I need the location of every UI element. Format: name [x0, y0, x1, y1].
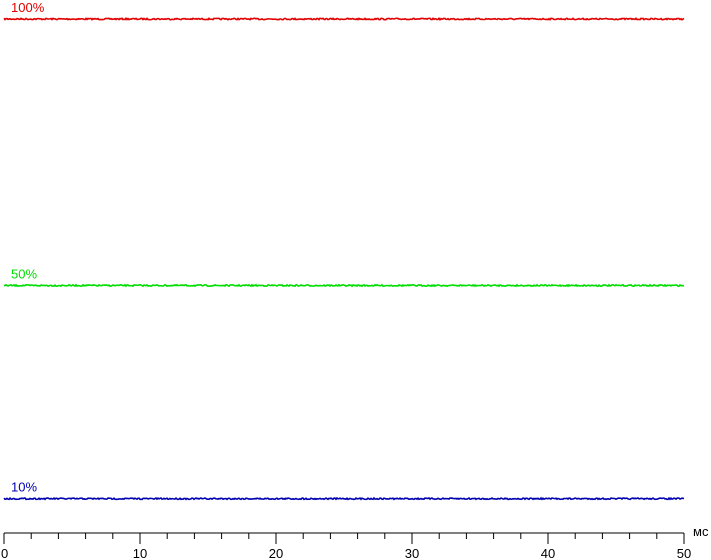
series-line-1 [3, 283, 685, 288]
series-line-2 [3, 496, 685, 501]
x-axis-ticks: 0 10 20 30 40 50 [1, 533, 691, 560]
x-tick-label: 20 [269, 546, 283, 560]
series-group: 100% 50% 10% [3, 0, 685, 501]
series-line-0 [3, 17, 685, 21]
brightness-timing-chart: 100% 50% 10% 0 10 20 30 40 50 мс [1, 0, 709, 560]
series-label-1: 50% [11, 267, 37, 282]
x-tick-label: 30 [405, 546, 419, 560]
series-label-2: 10% [11, 480, 37, 495]
x-tick-label: 40 [541, 546, 555, 560]
series-label-0: 100% [11, 0, 45, 15]
x-tick-label: 50 [677, 546, 691, 560]
x-axis-unit-label: мс [693, 524, 709, 539]
x-tick-label: 10 [133, 546, 147, 560]
x-tick-label: 0 [1, 546, 8, 560]
